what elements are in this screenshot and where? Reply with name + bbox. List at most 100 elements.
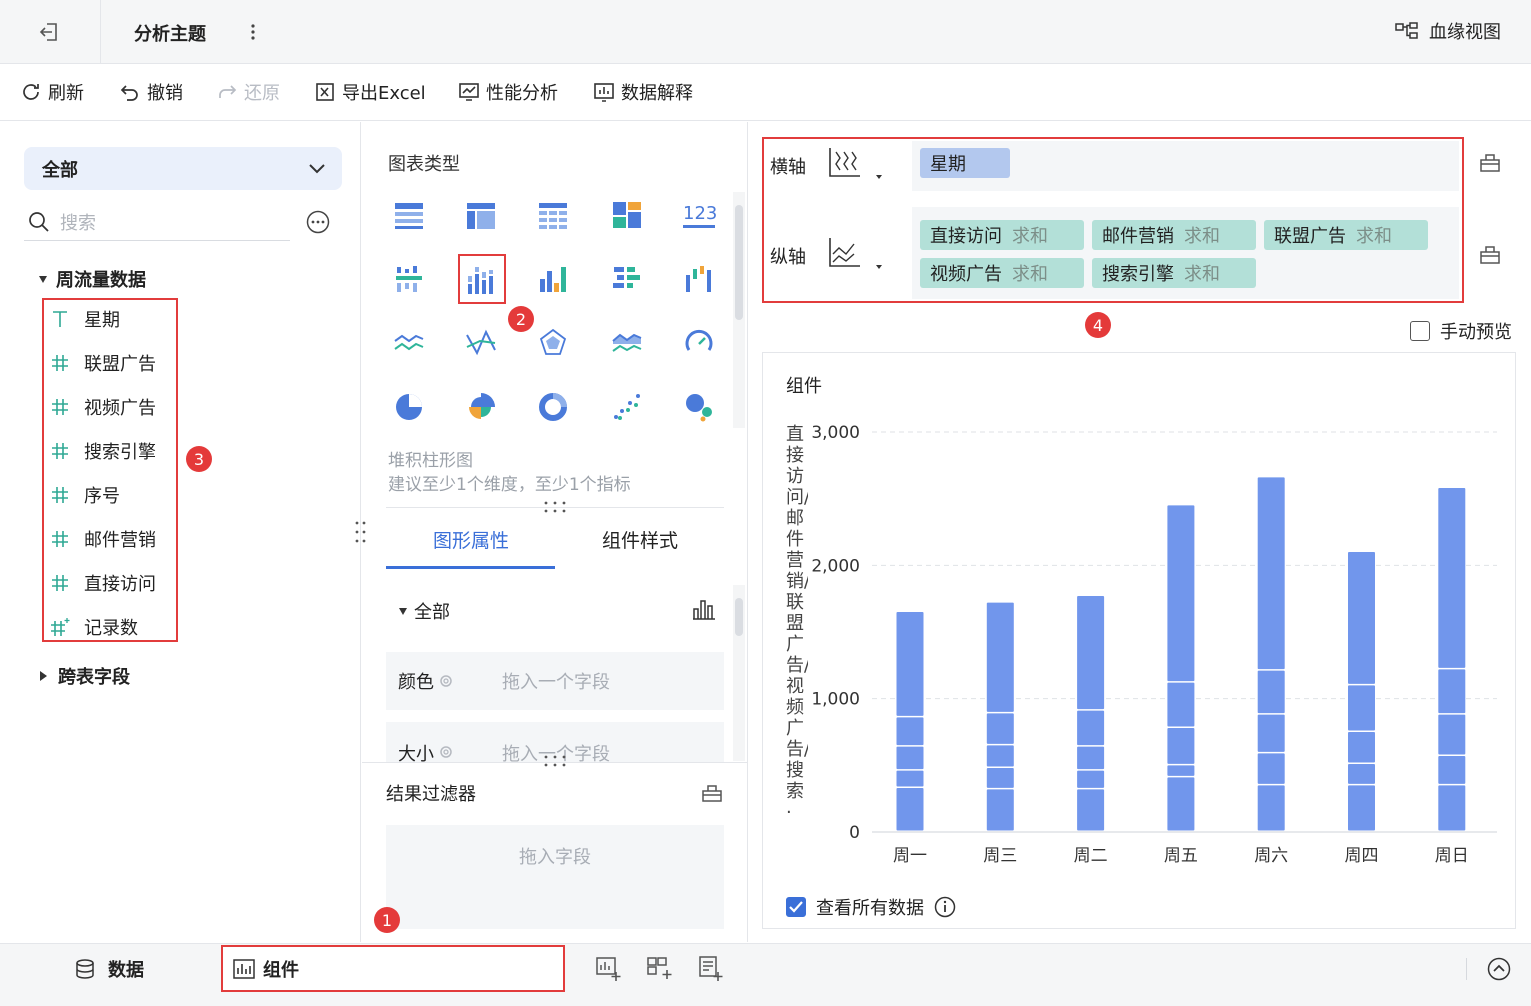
bar-segment bbox=[986, 789, 1014, 831]
chart-types-label: 图表类型 bbox=[388, 154, 460, 175]
data-explain-button[interactable]: 数据解释 bbox=[593, 79, 693, 105]
field-item[interactable]: 视频广告 bbox=[50, 394, 156, 420]
refresh-button[interactable]: 刷新 bbox=[20, 79, 84, 105]
caret-down-icon bbox=[39, 276, 47, 283]
selected-chart-hint: 建议至少1个维度，至少1个指标 bbox=[388, 475, 631, 495]
more-options-button[interactable] bbox=[306, 210, 330, 234]
field-name: 记录数 bbox=[84, 618, 138, 639]
bar-segment bbox=[1167, 765, 1195, 776]
x-tick-label: 周六 bbox=[1254, 846, 1288, 866]
view-all-data-checkbox[interactable] bbox=[786, 897, 806, 917]
waterfall-chart-icon[interactable] bbox=[676, 256, 722, 302]
number-type-icon bbox=[50, 397, 70, 417]
rose-chart-icon[interactable] bbox=[458, 384, 504, 430]
manual-preview-toggle[interactable]: 手动预览 bbox=[1410, 318, 1512, 344]
back-button[interactable] bbox=[0, 0, 101, 64]
gear-icon bbox=[440, 675, 452, 687]
result-filter-dropzone[interactable]: 拖入字段 bbox=[386, 825, 724, 929]
chart-y-axis-title: 直接访问/邮件营销/联盟广告/视频广告/搜索· bbox=[786, 424, 808, 823]
x-tick-label: 周三 bbox=[983, 846, 1017, 866]
manual-preview-checkbox[interactable] bbox=[1410, 321, 1430, 341]
gauge-chart-icon[interactable] bbox=[676, 320, 722, 366]
detail-table-icon[interactable] bbox=[530, 192, 576, 238]
bar-segment bbox=[1348, 732, 1375, 763]
chart-title: 组件 bbox=[786, 376, 822, 397]
tab-component-style[interactable]: 组件样式 bbox=[602, 526, 678, 553]
field-item[interactable]: 记录数 bbox=[50, 614, 138, 640]
y-tick-label: 3,000 bbox=[812, 423, 860, 443]
field-search[interactable]: 搜索 bbox=[24, 203, 290, 241]
more-vertical-icon[interactable] bbox=[244, 20, 262, 44]
property-group-all[interactable]: 全部 bbox=[398, 598, 450, 624]
y-tick-label: 1,000 bbox=[812, 690, 860, 710]
field-name: 直接访问 bbox=[84, 574, 156, 595]
bar-segment bbox=[896, 770, 924, 787]
scatter-chart-icon[interactable] bbox=[604, 384, 650, 430]
color-drop-placeholder: 拖入一个字段 bbox=[502, 672, 610, 693]
x-axis-lock-icon[interactable] bbox=[1480, 152, 1500, 172]
contrast-bar-icon[interactable] bbox=[604, 256, 650, 302]
group-cross-table[interactable]: 跨表字段 bbox=[38, 663, 130, 689]
chart-series-icon[interactable] bbox=[692, 600, 716, 620]
cross-table-icon[interactable] bbox=[458, 192, 504, 238]
field-item[interactable]: 搜索引擎 bbox=[50, 438, 156, 464]
color-property-row[interactable]: 颜色 拖入一个字段 bbox=[386, 652, 724, 710]
chart-type-stacked-column-selected[interactable] bbox=[458, 254, 506, 304]
lineage-icon bbox=[1395, 22, 1418, 39]
dashboard-icon[interactable] bbox=[604, 192, 650, 238]
y-axis-lock-icon[interactable] bbox=[1480, 244, 1500, 264]
filter-settings-icon[interactable] bbox=[702, 784, 722, 802]
field-item[interactable]: 联盟广告 bbox=[50, 350, 156, 376]
line-chart-icon[interactable] bbox=[386, 320, 432, 366]
text-type-icon bbox=[50, 309, 70, 329]
bar-segment bbox=[1257, 670, 1285, 714]
bar-segment bbox=[1257, 477, 1285, 670]
view-all-data-toggle[interactable]: 查看所有数据 bbox=[786, 894, 956, 920]
export-excel-button[interactable]: 导出Excel bbox=[314, 79, 426, 105]
bar-segment bbox=[1438, 714, 1466, 755]
selected-chart-name: 堆积柱形图 bbox=[388, 451, 473, 471]
radar-line-icon[interactable] bbox=[458, 320, 504, 366]
field-item[interactable]: 邮件营销 bbox=[50, 526, 156, 552]
property-scroll-thumb[interactable] bbox=[735, 598, 743, 636]
active-tab-indicator bbox=[386, 566, 555, 569]
collapse-panel-button[interactable] bbox=[1487, 957, 1511, 981]
scope-select[interactable]: 全部 bbox=[24, 147, 342, 190]
kpi-card-icon[interactable]: 123 bbox=[676, 192, 722, 238]
performance-label: 性能分析 bbox=[486, 83, 558, 104]
lineage-view-button[interactable]: 血缘视图 bbox=[1395, 18, 1501, 44]
group-weekly-traffic[interactable]: 周流量数据 bbox=[38, 266, 146, 292]
field-item[interactable]: 星期 bbox=[50, 306, 120, 332]
drag-handle-icon[interactable] bbox=[543, 754, 567, 768]
field-item[interactable]: 序号 bbox=[50, 482, 120, 508]
donut-chart-icon[interactable] bbox=[530, 384, 576, 430]
tab-graph-properties[interactable]: 图形属性 bbox=[433, 526, 509, 553]
add-report-button[interactable] bbox=[698, 956, 724, 982]
grouped-table-icon[interactable] bbox=[386, 256, 432, 302]
field-name: 邮件营销 bbox=[84, 530, 156, 551]
radar-chart-icon[interactable] bbox=[530, 320, 576, 366]
bar-segment bbox=[1348, 764, 1375, 784]
performance-button[interactable]: 性能分析 bbox=[458, 79, 558, 105]
table-chart-icon[interactable] bbox=[386, 192, 432, 238]
multi-color-column-icon[interactable] bbox=[530, 256, 576, 302]
redo-button[interactable]: 还原 bbox=[216, 79, 280, 105]
info-icon[interactable] bbox=[934, 896, 956, 918]
add-dashboard-button[interactable] bbox=[647, 956, 673, 982]
bottom-tab-data[interactable]: 数据 bbox=[74, 956, 144, 982]
add-report-icon bbox=[699, 956, 723, 981]
pie-chart-icon[interactable] bbox=[386, 384, 432, 430]
area-chart-icon[interactable] bbox=[604, 320, 650, 366]
callout-badge-3: 3 bbox=[186, 446, 212, 472]
add-component-button[interactable] bbox=[596, 956, 622, 982]
chevron-down-icon bbox=[309, 163, 325, 173]
chart-type-scroll-thumb[interactable] bbox=[735, 205, 743, 320]
field-item[interactable]: 直接访问 bbox=[50, 570, 156, 596]
bottom-tab-component[interactable]: 组件 bbox=[221, 945, 565, 992]
view-all-data-label: 查看所有数据 bbox=[816, 898, 924, 919]
undo-button[interactable]: 撤销 bbox=[119, 79, 183, 105]
bubble-chart-icon[interactable] bbox=[676, 384, 722, 430]
field-name: 搜索引擎 bbox=[84, 442, 156, 463]
lineage-label: 血缘视图 bbox=[1429, 22, 1501, 43]
x-tick-label: 周四 bbox=[1345, 846, 1379, 866]
